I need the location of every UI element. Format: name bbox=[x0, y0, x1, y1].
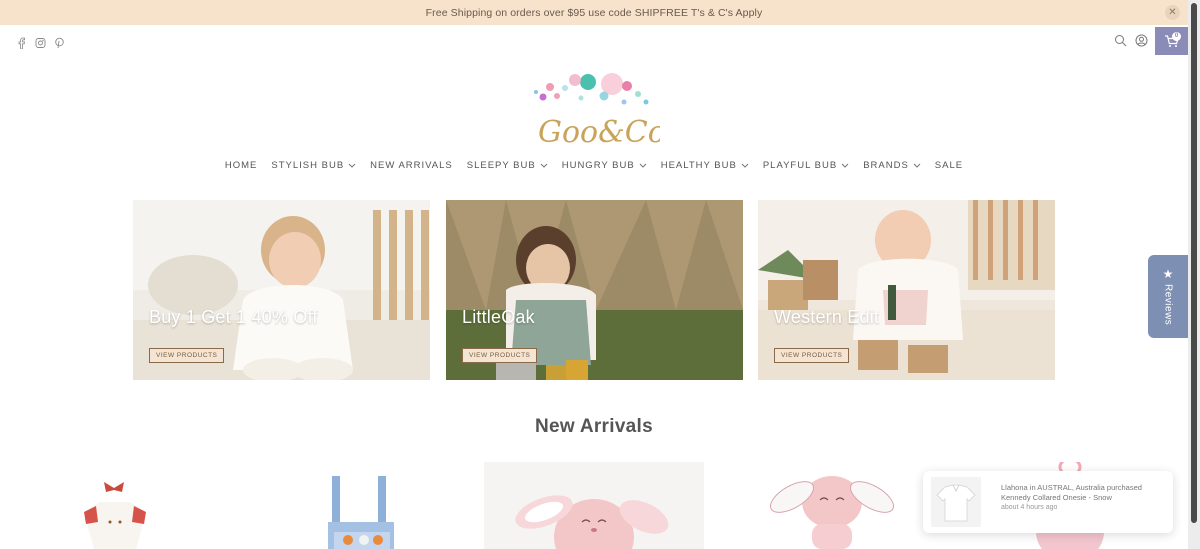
announcement-bar: Free Shipping on orders over $95 use cod… bbox=[0, 0, 1188, 25]
hero-card-western-edit[interactable]: Western Edit VIEW PRODUCTS bbox=[758, 200, 1055, 380]
social-links bbox=[16, 37, 65, 49]
product-image-pink-bunny bbox=[515, 495, 669, 549]
reviews-tab[interactable]: ★ Reviews bbox=[1148, 255, 1188, 338]
nav-label: NEW ARRIVALS bbox=[370, 160, 453, 171]
view-products-button[interactable]: VIEW PRODUCTS bbox=[149, 348, 225, 363]
chevron-down-icon bbox=[913, 163, 921, 168]
star-icon: ★ bbox=[1162, 266, 1174, 281]
facebook-icon[interactable] bbox=[16, 37, 27, 49]
nav-healthy-bub[interactable]: HEALTHY BUB bbox=[661, 160, 749, 171]
product-card[interactable] bbox=[484, 462, 704, 549]
site-logo[interactable]: Goo&Co. bbox=[528, 70, 675, 150]
hero-card-littleoak[interactable]: LittleOak VIEW PRODUCTS bbox=[446, 200, 743, 380]
nav-label: PLAYFUL BUB bbox=[762, 160, 838, 171]
cart-button[interactable]: 0 bbox=[1155, 27, 1188, 55]
reviews-label: Reviews bbox=[1162, 283, 1174, 326]
nav-home[interactable]: HOME bbox=[225, 160, 258, 171]
chevron-down-icon bbox=[348, 163, 356, 168]
chevron-down-icon bbox=[639, 163, 647, 168]
announcement-text: Free Shipping on orders over $95 use cod… bbox=[425, 6, 763, 19]
product-card[interactable] bbox=[318, 462, 408, 549]
nav-label: HEALTHY BUB bbox=[660, 160, 737, 171]
product-card[interactable] bbox=[722, 462, 922, 549]
toast-product-image bbox=[931, 477, 981, 527]
nav-new-arrivals[interactable]: NEW ARRIVALS bbox=[370, 160, 453, 171]
nav-label: SALE bbox=[934, 160, 964, 171]
instagram-icon[interactable] bbox=[35, 37, 46, 49]
nav-stylish-bub[interactable]: STYLISH BUB bbox=[271, 160, 356, 171]
view-products-button[interactable]: VIEW PRODUCTS bbox=[462, 348, 538, 363]
chevron-down-icon bbox=[841, 163, 849, 168]
close-icon[interactable]: ✕ bbox=[1165, 5, 1180, 20]
nav-sale[interactable]: SALE bbox=[935, 160, 963, 171]
pinterest-icon[interactable] bbox=[54, 37, 65, 49]
account-icon[interactable] bbox=[1135, 34, 1148, 47]
product-image-bunny-rattle bbox=[770, 476, 894, 549]
chevron-down-icon bbox=[540, 163, 548, 168]
toast-message: Llahona in AUSTRAL, Australia purchased … bbox=[1001, 483, 1142, 502]
hero-title: LittleOak bbox=[462, 307, 535, 327]
product-card[interactable] bbox=[70, 462, 160, 549]
nav-label: HOME bbox=[224, 160, 258, 171]
nav-label: BRANDS bbox=[863, 160, 909, 171]
nav-brands[interactable]: BRANDS bbox=[863, 160, 921, 171]
hero-title: Western Edit bbox=[774, 307, 880, 327]
cart-count: 0 bbox=[1172, 32, 1181, 41]
nav-label: STYLISH BUB bbox=[271, 160, 345, 171]
view-products-button[interactable]: VIEW PRODUCTS bbox=[774, 348, 850, 363]
nav-label: HUNGRY BUB bbox=[561, 160, 635, 171]
nav-sleepy-bub[interactable]: SLEEPY BUB bbox=[467, 160, 548, 171]
search-icon[interactable] bbox=[1114, 34, 1127, 47]
scrollbar-thumb[interactable] bbox=[1191, 3, 1197, 523]
hero-card-bogo[interactable]: Buy 1 Get 1 40% Off VIEW PRODUCTS bbox=[133, 200, 430, 380]
nav-hungry-bub[interactable]: HUNGRY BUB bbox=[562, 160, 647, 171]
chevron-down-icon bbox=[741, 163, 749, 168]
purchase-notification[interactable]: Llahona in AUSTRAL, Australia purchased … bbox=[923, 471, 1173, 533]
toast-text: Llahona in AUSTRAL, Australia purchased … bbox=[1001, 483, 1166, 513]
toast-time: about 4 hours ago bbox=[1001, 504, 1058, 511]
header-tools bbox=[1114, 34, 1148, 47]
hero-title: Buy 1 Get 1 40% Off bbox=[149, 307, 318, 327]
nav-label: SLEEPY BUB bbox=[466, 160, 536, 171]
product-image-denim-overalls bbox=[328, 476, 394, 549]
svg-text:Goo&Co.: Goo&Co. bbox=[538, 115, 660, 150]
page-scrollbar[interactable] bbox=[1188, 0, 1200, 549]
product-image-red-gingham-dress bbox=[84, 482, 146, 549]
nav-playful-bub[interactable]: PLAYFUL BUB bbox=[763, 160, 849, 171]
new-arrivals-heading: New Arrivals bbox=[534, 416, 653, 437]
main-nav: HOME STYLISH BUB NEW ARRIVALS SLEEPY BUB… bbox=[0, 160, 1188, 171]
